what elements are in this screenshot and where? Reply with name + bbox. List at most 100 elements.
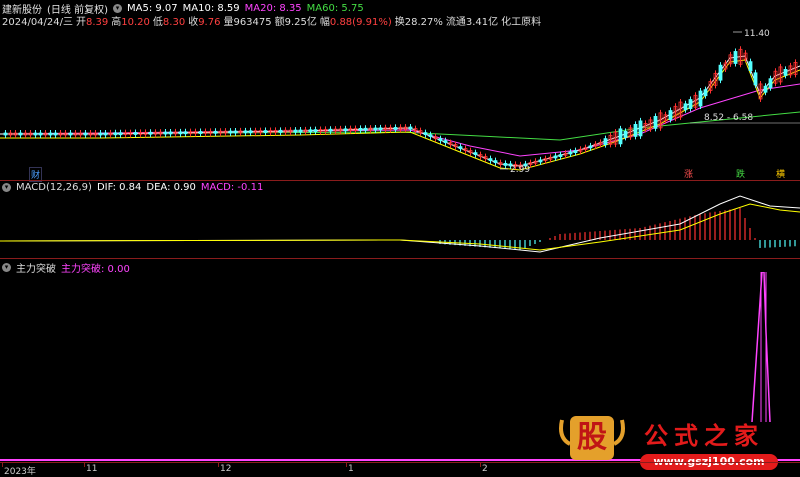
pane-divider bbox=[0, 258, 800, 259]
candle bbox=[668, 110, 673, 120]
candle bbox=[38, 132, 43, 136]
axis-tick-label: 11 bbox=[86, 464, 98, 474]
candle bbox=[588, 145, 593, 149]
candle bbox=[243, 130, 248, 134]
watermark-title: 公式之家 bbox=[644, 422, 764, 450]
candle bbox=[263, 130, 268, 133]
candle bbox=[753, 72, 758, 86]
axis-tick bbox=[218, 463, 219, 467]
candle bbox=[308, 129, 313, 133]
axis-tick bbox=[480, 463, 481, 467]
candle bbox=[68, 132, 73, 136]
axis-tick bbox=[84, 463, 85, 467]
candle bbox=[473, 152, 478, 156]
candle bbox=[293, 129, 298, 133]
candle bbox=[423, 132, 428, 135]
macd-dif: DIF: 0.84 bbox=[96, 182, 142, 193]
candle bbox=[438, 138, 443, 141]
candle bbox=[33, 132, 38, 136]
axis-tick-label: 2 bbox=[482, 464, 488, 474]
candle bbox=[328, 128, 333, 132]
candle bbox=[763, 85, 768, 93]
axis-tick-label: 12 bbox=[220, 464, 232, 474]
axis-tick bbox=[346, 463, 347, 467]
axis-tick-label: 1 bbox=[348, 464, 354, 474]
fall-tag[interactable]: 跌 bbox=[735, 167, 746, 180]
candle bbox=[168, 131, 173, 135]
settings-icon[interactable]: ▾ bbox=[2, 263, 11, 272]
candle bbox=[378, 127, 383, 131]
candle bbox=[98, 132, 103, 136]
macd-dea: DEA: 0.90 bbox=[146, 182, 196, 193]
candle bbox=[228, 130, 233, 134]
candle bbox=[358, 127, 363, 131]
candle bbox=[698, 90, 703, 107]
candle bbox=[538, 159, 543, 163]
candle bbox=[748, 61, 753, 72]
macd-value: MACD: -0.11 bbox=[200, 182, 264, 193]
settings-icon[interactable]: ▾ bbox=[2, 183, 11, 192]
candle bbox=[703, 89, 708, 97]
candle bbox=[363, 127, 368, 131]
candle bbox=[558, 154, 563, 158]
candle bbox=[178, 131, 183, 135]
candle bbox=[3, 132, 8, 136]
candle bbox=[783, 69, 788, 76]
candle bbox=[18, 132, 23, 136]
candle bbox=[113, 132, 118, 136]
candle bbox=[213, 130, 218, 134]
candle bbox=[408, 126, 413, 130]
candle bbox=[733, 51, 738, 64]
candle bbox=[683, 103, 688, 111]
candle bbox=[133, 132, 138, 135]
candle bbox=[623, 131, 628, 138]
candle bbox=[553, 155, 558, 159]
candle bbox=[298, 129, 303, 133]
rise-tag[interactable]: 涨 bbox=[683, 167, 694, 180]
candle bbox=[718, 64, 723, 81]
candle bbox=[633, 124, 638, 137]
candle bbox=[83, 132, 88, 136]
flat-tag[interactable]: 横 bbox=[775, 167, 786, 180]
candle bbox=[148, 131, 153, 135]
candle bbox=[373, 127, 378, 131]
bull-horns-icon bbox=[559, 419, 625, 446]
candle bbox=[503, 162, 508, 166]
candle bbox=[768, 78, 773, 89]
candle bbox=[198, 131, 203, 134]
price-chart[interactable]: 11.40 8.52 - 6.58 2.99 bbox=[0, 24, 800, 180]
macd-chart[interactable] bbox=[0, 194, 800, 258]
candle bbox=[278, 129, 283, 133]
candle bbox=[48, 132, 53, 136]
candle bbox=[343, 128, 348, 132]
axis-tick-label: 2023年 bbox=[4, 467, 36, 477]
candle bbox=[638, 120, 643, 137]
candle bbox=[488, 158, 493, 162]
high-annotation: 11.40 bbox=[744, 29, 770, 39]
dif-line bbox=[0, 195, 800, 253]
candle bbox=[458, 146, 463, 149]
pane-divider bbox=[0, 180, 800, 181]
candle bbox=[493, 160, 498, 164]
candle bbox=[233, 130, 238, 134]
time-axis: 2023年 11 12 1 2 bbox=[0, 462, 800, 477]
candle bbox=[688, 99, 693, 109]
candle bbox=[603, 138, 608, 145]
candle bbox=[568, 151, 573, 155]
candle bbox=[313, 129, 318, 133]
chevron-down-icon[interactable]: ▾ bbox=[112, 4, 122, 13]
range-annotation: 8.52 - 6.58 bbox=[704, 113, 753, 123]
macd-name[interactable]: MACD(12,26,9) bbox=[16, 182, 92, 193]
candle bbox=[163, 131, 168, 135]
candle bbox=[53, 132, 58, 136]
low-annotation: 2.99 bbox=[510, 165, 530, 175]
candle bbox=[393, 127, 398, 130]
candle bbox=[183, 131, 188, 135]
candle bbox=[248, 130, 253, 134]
candle bbox=[103, 132, 108, 136]
axis-tick bbox=[2, 463, 3, 467]
candle bbox=[118, 132, 123, 136]
candle bbox=[428, 134, 433, 137]
candle bbox=[573, 150, 578, 153]
candle bbox=[443, 140, 448, 143]
